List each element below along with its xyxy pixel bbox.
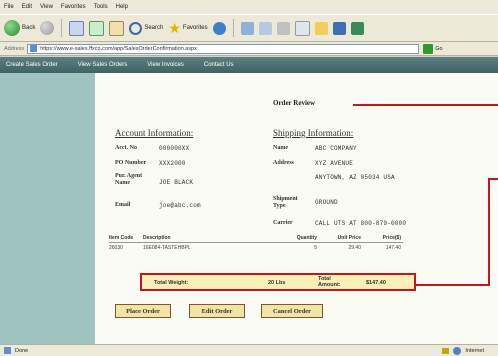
ship-name-value: ABC COMPANY <box>315 145 357 152</box>
favorites-button[interactable]: ★ Favorites <box>168 21 207 35</box>
folder-icon[interactable] <box>314 21 328 35</box>
forward-arrow-icon[interactable] <box>40 21 55 35</box>
page-icon <box>30 45 38 52</box>
address-input[interactable]: https://www.e-sales.ffxco.com/app/SalesO… <box>27 43 420 54</box>
email-label: Email <box>115 202 131 208</box>
toolbar-separator <box>232 19 234 37</box>
ship-name-label: Name <box>273 145 288 151</box>
browser-window: File Edit View Favorites Tools Help Back… <box>0 0 498 356</box>
menu-tools[interactable]: Tools <box>94 4 108 10</box>
menu-favorites[interactable]: Favorites <box>61 4 86 10</box>
totals-row: Total Weight: 20 Lbs Total Amount: $147.… <box>140 273 416 291</box>
nav-contact-us[interactable]: Contact Us <box>204 62 234 68</box>
nav-create-sales-order[interactable]: Create Sales Order <box>6 62 58 68</box>
ship-address-label: Address <box>273 160 294 166</box>
lock-icon <box>442 347 450 354</box>
acct-no-value: 000000XX <box>159 145 190 152</box>
menu-file[interactable]: File <box>4 4 14 10</box>
menu-help[interactable]: Help <box>116 4 128 10</box>
total-amount-label: Total Amount: <box>318 276 341 288</box>
print-icon[interactable] <box>276 21 290 35</box>
search-label: Search <box>144 25 164 31</box>
page-title: Order Review <box>273 99 316 107</box>
go-label: Go <box>435 45 443 52</box>
site-navigation: Create Sales Order View Sales Orders Vie… <box>0 57 498 73</box>
menu-bar: File Edit View Favorites Tools Help <box>0 0 498 14</box>
cell-unit-price: 29.40 <box>348 245 361 251</box>
table-row: 26030 16E084-TASTEHBPL 5 29.40 147.40 <box>109 245 403 251</box>
ship-address-line2: ANYTOWN, AZ 85034 USA <box>315 174 395 181</box>
cell-price: 147.40 <box>385 245 401 251</box>
address-url: https://www.e-sales.ffxco.com/app/SalesO… <box>40 45 197 52</box>
agent-value: JOE BLACK <box>159 179 194 186</box>
email-value: joe@abc.com <box>159 202 201 209</box>
stop-icon[interactable] <box>69 20 85 36</box>
col-description: Description <box>143 235 171 241</box>
items-table: Item Code Description Quantity Unit Pric… <box>109 235 403 251</box>
order-review-panel: Order Review Account Information: Shippi… <box>95 73 498 344</box>
place-order-button[interactable]: Place Order <box>115 304 171 318</box>
callout-line-title <box>353 104 498 106</box>
account-heading: Account Information: <box>115 128 194 138</box>
go-button[interactable]: Go <box>423 43 443 54</box>
status-text: Done <box>15 347 29 354</box>
callout-line-totals <box>416 284 490 286</box>
col-item-code: Item Code <box>109 235 134 241</box>
po-label: PO Number <box>115 160 147 166</box>
cell-description: 16E084-TASTEHBPL <box>143 245 191 251</box>
back-arrow-icon <box>4 20 20 36</box>
media-icon[interactable] <box>212 21 226 35</box>
shipment-type-label: Shipment Type <box>273 196 298 209</box>
internet-globe-icon <box>453 346 462 355</box>
page-status-icon <box>4 347 11 354</box>
shipment-type-value: GROUND <box>315 199 338 206</box>
cell-item-code: 26030 <box>109 245 123 251</box>
edit-page-icon[interactable] <box>294 20 310 36</box>
address-bar: Address https://www.e-sales.ffxco.com/ap… <box>0 42 498 56</box>
favorites-label: Favorites <box>182 25 208 31</box>
status-bar: Done Internet <box>0 344 498 356</box>
menu-edit[interactable]: Edit <box>22 4 32 10</box>
items-header-row: Item Code Description Quantity Unit Pric… <box>109 235 403 243</box>
total-amount-value: $147.40 <box>366 280 386 286</box>
mail-icon[interactable] <box>258 21 272 35</box>
po-value: XXX2000 <box>159 160 186 167</box>
back-label: Back <box>22 25 36 31</box>
research-icon[interactable] <box>350 21 364 35</box>
back-button[interactable]: Back <box>4 20 35 36</box>
refresh-icon[interactable] <box>89 20 105 36</box>
agent-label: Pur. Agent Name <box>115 173 143 186</box>
carrier-label: Carrier <box>273 220 293 226</box>
ship-address-line1: XYZ AVENUE <box>315 160 354 167</box>
page-content: Order Review Account Information: Shippi… <box>0 73 498 344</box>
status-zone: Internet <box>442 346 484 355</box>
col-unit-price: Unit Price <box>337 235 361 241</box>
messenger-icon[interactable] <box>332 21 346 35</box>
acct-no-label: Acct. No <box>115 145 137 151</box>
nav-view-invoices[interactable]: View Invoices <box>147 62 184 68</box>
col-quantity: Quantity <box>296 235 317 241</box>
carrier-value: CALL UTS AT 800-879-0000 <box>315 220 407 227</box>
cell-quantity: 5 <box>314 245 317 251</box>
menu-view[interactable]: View <box>40 4 53 10</box>
cancel-order-button[interactable]: Cancel Order <box>261 304 323 318</box>
left-stripe <box>0 73 95 344</box>
total-weight-label: Total Weight: <box>154 280 189 286</box>
col-price: Price($) <box>382 235 401 241</box>
address-label: Address <box>4 45 25 52</box>
callout-line-vertical <box>488 178 490 286</box>
home-icon[interactable] <box>109 20 125 36</box>
search-button[interactable]: Search <box>129 21 164 35</box>
shipping-heading: Shipping Information: <box>273 128 354 138</box>
history-icon[interactable] <box>240 21 254 35</box>
search-icon <box>129 21 143 35</box>
go-arrow-icon <box>423 43 434 54</box>
browser-toolbar: Back Search ★ Favorites <box>0 14 498 42</box>
favorites-star-icon: ★ <box>168 20 181 36</box>
zone-label: Internet <box>465 347 484 354</box>
nav-view-sales-orders[interactable]: View Sales Orders <box>78 62 128 68</box>
edit-order-button[interactable]: Edit Order <box>189 304 245 318</box>
toolbar-separator <box>61 19 63 37</box>
total-weight-value: 20 Lbs <box>268 280 286 286</box>
